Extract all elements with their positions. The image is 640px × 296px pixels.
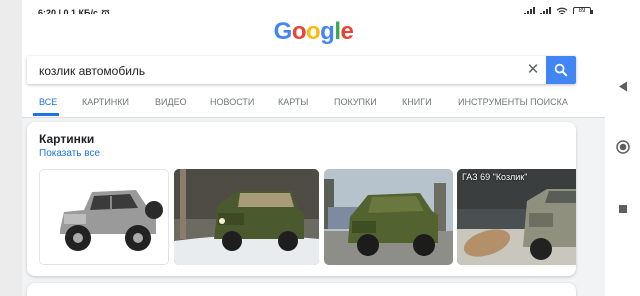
search-tabs: ВСЕ КАРТИНКИ ВИДЕО НОВОСТИ КАРТЫ ПОКУПКИ…: [27, 88, 576, 116]
header-divider: [22, 117, 605, 118]
clear-icon[interactable]: ✕: [524, 61, 542, 79]
back-icon[interactable]: [615, 78, 631, 94]
tab-images[interactable]: КАРТИНКИ: [82, 97, 129, 107]
search-button[interactable]: [546, 56, 576, 84]
tab-shopping[interactable]: ПОКУПКИ: [334, 97, 377, 107]
search-input[interactable]: козлик автомобиль: [39, 64, 145, 78]
tab-video[interactable]: ВИДЕО: [155, 97, 187, 107]
tab-maps[interactable]: КАРТЫ: [278, 97, 308, 107]
tab-all[interactable]: ВСЕ: [39, 97, 57, 107]
tab-news[interactable]: НОВОСТИ: [210, 97, 254, 107]
show-all-link[interactable]: Показать все: [39, 148, 100, 159]
image-thumbnail[interactable]: ГАЗ 69 "Козлик": [457, 169, 576, 265]
search-header: Google козлик автомобиль ✕ ВСЕ КАРТИНКИ …: [22, 14, 605, 118]
images-card: Картинки Показать все ГАЗ 69 "Козлик": [27, 122, 576, 276]
green-gaz69-street-image: [324, 169, 453, 265]
recents-icon[interactable]: [615, 201, 631, 217]
search-icon: [554, 63, 568, 77]
home-icon[interactable]: [615, 139, 631, 155]
left-screen-edge: [0, 0, 22, 296]
google-logo[interactable]: Google: [22, 18, 605, 46]
search-box[interactable]: козлик автомобиль ✕: [27, 56, 576, 84]
image-thumbnail[interactable]: [39, 169, 169, 265]
browser-screen: 6:20 | 0,1 КБ/с 89 Google козлик автомоб…: [22, 0, 605, 296]
android-nav-bar: [605, 0, 640, 296]
silver-jeep-image: [40, 170, 168, 264]
images-card-title: Картинки: [39, 132, 95, 146]
tab-search-tools[interactable]: ИНСТРУМЕНТЫ ПОИСКА: [458, 97, 568, 107]
green-uaz-winter-image: [174, 169, 319, 265]
image-thumbnail[interactable]: [324, 169, 453, 265]
next-result-card: [27, 283, 576, 296]
tab-books[interactable]: КНИГИ: [402, 97, 432, 107]
image-caption: ГАЗ 69 "Козлик": [462, 172, 528, 182]
gaz69-kozlik-image: [457, 169, 576, 265]
active-tab-indicator: [33, 113, 59, 116]
image-thumbnail[interactable]: [174, 169, 319, 265]
